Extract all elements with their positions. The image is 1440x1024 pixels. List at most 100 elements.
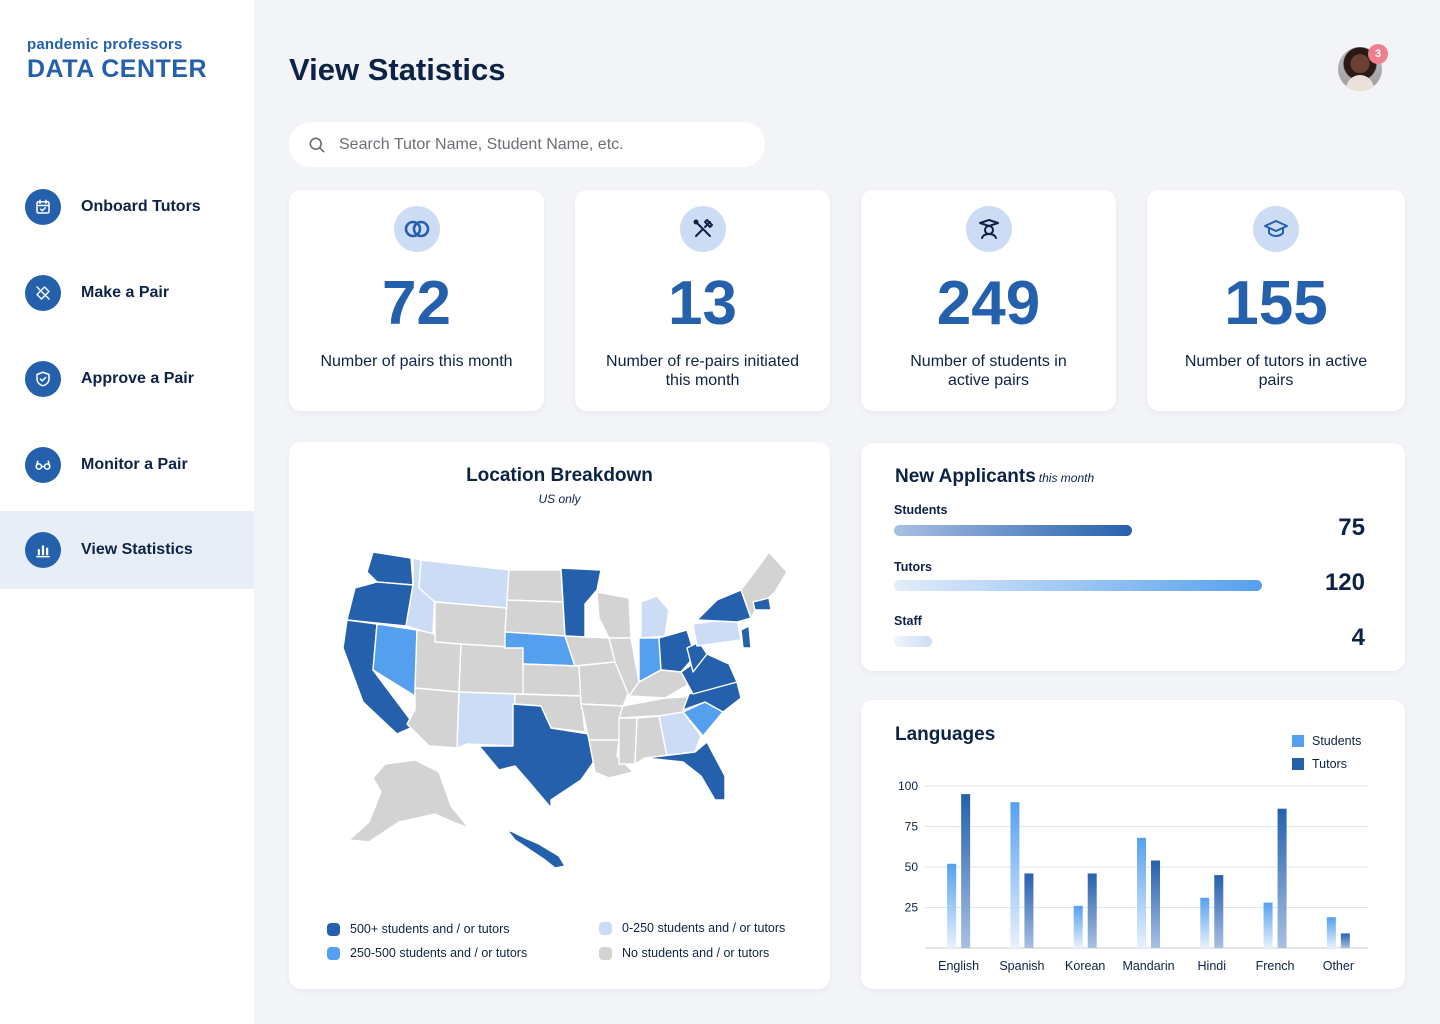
sidebar-item-label: View Statistics: [81, 541, 193, 558]
y-tick-label: 75: [905, 820, 919, 834]
stat-card-repairs: 13 Number of re-pairs initiated this mon…: [575, 190, 830, 411]
user-avatar-button[interactable]: 3: [1338, 44, 1388, 93]
bar-students-mandarin: [1137, 837, 1146, 948]
state-alaska: [348, 759, 470, 843]
state-hawaii: [506, 829, 566, 869]
legend-item-none: No students and / or tutors: [599, 946, 769, 960]
state-south-dakota: [504, 599, 566, 637]
bar-students-spanish: [1010, 802, 1020, 948]
glasses-icon: [25, 447, 61, 483]
stat-value: 72: [382, 269, 451, 338]
bar-tutors-french: [1277, 808, 1287, 948]
stat-label: Number of re-pairs initiated this month: [606, 353, 799, 389]
state-new-jersey: [740, 625, 752, 649]
stat-card-students: 249 Number of students in active pairs: [861, 190, 1116, 411]
legend-item-500-plus: 500+ students and / or tutors: [327, 922, 509, 936]
sidebar-item-onboard-tutors[interactable]: Onboard Tutors: [0, 168, 254, 246]
y-tick-label: 25: [905, 901, 919, 915]
sidebar-item-monitor-a-pair[interactable]: Monitor a Pair: [0, 426, 254, 504]
stat-value: 13: [668, 269, 737, 338]
x-tick-label: Hindi: [1198, 959, 1227, 973]
bar-students-french: [1263, 902, 1273, 948]
languages-bar-chart: 25 50 75 100 English Spanish Korean Mandarin Hin…: [898, 779, 1368, 973]
sidebar-item-label: Onboard Tutors: [81, 198, 201, 215]
applicant-label-tutors: Tutors: [894, 560, 932, 574]
new-applicants-card: New Applicants this month Students 75 Tut…: [861, 443, 1405, 671]
state-wyoming: [434, 601, 508, 649]
bar-students-hindi: [1200, 897, 1210, 948]
state-kansas: [522, 663, 582, 697]
bar-tutors-other: [1340, 933, 1350, 948]
shield-check-icon: [25, 361, 61, 397]
search-input[interactable]: [339, 130, 749, 160]
location-breakdown-card: Location Breakdown US only 500+ students…: [289, 442, 830, 989]
x-tick-label: Mandarin: [1122, 959, 1174, 973]
tools-icon: [679, 206, 726, 252]
stat-label: Number of tutors in active pairs: [1184, 353, 1368, 389]
bar-tutors-spanish: [1024, 873, 1034, 948]
legend-swatch: [599, 946, 612, 960]
y-tick-label: 50: [905, 860, 919, 874]
legend-swatch: [327, 922, 340, 936]
calendar-check-icon: [25, 189, 61, 225]
applicant-value-staff: 4: [1351, 624, 1365, 651]
state-arizona: [406, 687, 460, 749]
applicants-title-text: New Applicants: [895, 466, 1036, 487]
legend-label: 500+ students and / or tutors: [350, 922, 510, 936]
sidebar-item-label: Make a Pair: [81, 284, 170, 301]
legend-swatch: [599, 921, 612, 935]
rings-icon: [393, 206, 440, 252]
bar-students-other: [1326, 917, 1336, 948]
state-washington: [366, 551, 414, 586]
stat-value: 249: [936, 269, 1041, 338]
bar-tutors-mandarin: [1151, 860, 1160, 948]
x-tick-label: French: [1256, 959, 1295, 973]
brand-title: DATA CENTER: [27, 55, 208, 83]
applicant-value-tutors: 120: [1324, 569, 1365, 596]
applicants-title: New Applicants this month: [895, 466, 1094, 488]
us-map: [342, 551, 788, 869]
sidebar: pandemic professors DATA CENTER Onboard …: [0, 0, 254, 1024]
x-tick-label: Spanish: [999, 959, 1044, 973]
x-tick-label: Korean: [1065, 959, 1105, 973]
bar-tutors-korean: [1087, 873, 1097, 948]
search-bar: [289, 122, 765, 167]
search-icon: [307, 135, 327, 160]
legend-swatch: [327, 946, 340, 960]
sidebar-item-make-a-pair[interactable]: Make a Pair: [0, 254, 254, 332]
state-arkansas: [580, 703, 624, 741]
applicants-title-suffix: this month: [1038, 471, 1095, 485]
legend-label: 0-250 students and / or tutors: [622, 921, 786, 935]
state-north-dakota: [506, 569, 564, 603]
applicant-bar-tutors: [894, 580, 1262, 591]
state-minnesota: [560, 567, 602, 639]
sidebar-item-label: Monitor a Pair: [81, 456, 188, 473]
bar-students-korean: [1073, 905, 1083, 948]
applicant-bar-staff: [894, 636, 932, 647]
y-tick-label: 100: [898, 779, 918, 793]
legend-label: No students and / or tutors: [622, 946, 770, 960]
page-title: View Statistics: [289, 52, 506, 87]
bar-tutors-hindi: [1214, 875, 1224, 948]
stat-card-tutors: 155 Number of tutors in active pairs: [1147, 190, 1405, 411]
state-mississippi: [618, 717, 638, 765]
brand-logo[interactable]: pandemic professors DATA CENTER: [27, 36, 207, 84]
applicant-label-staff: Staff: [894, 614, 922, 628]
notification-badge: 3: [1368, 44, 1388, 64]
bar-tutors-english: [961, 794, 971, 948]
state-michigan: [640, 595, 670, 639]
student-icon: [965, 206, 1012, 252]
stat-value: 155: [1224, 269, 1328, 338]
tools-icon: [25, 275, 61, 311]
brand-subtitle: pandemic professors: [27, 36, 183, 53]
stat-label: Number of pairs this month: [320, 353, 513, 370]
sidebar-item-approve-a-pair[interactable]: Approve a Pair: [0, 340, 254, 418]
state-new-mexico: [456, 691, 516, 749]
x-tick-label: Other: [1323, 959, 1354, 973]
state-oregon: [346, 581, 414, 627]
state-wisconsin: [596, 591, 632, 639]
applicant-bar-students: [894, 525, 1132, 536]
sidebar-item-view-statistics[interactable]: View Statistics: [0, 511, 254, 589]
graduation-cap-icon: [1253, 206, 1299, 252]
applicant-label-students: Students: [894, 503, 948, 517]
